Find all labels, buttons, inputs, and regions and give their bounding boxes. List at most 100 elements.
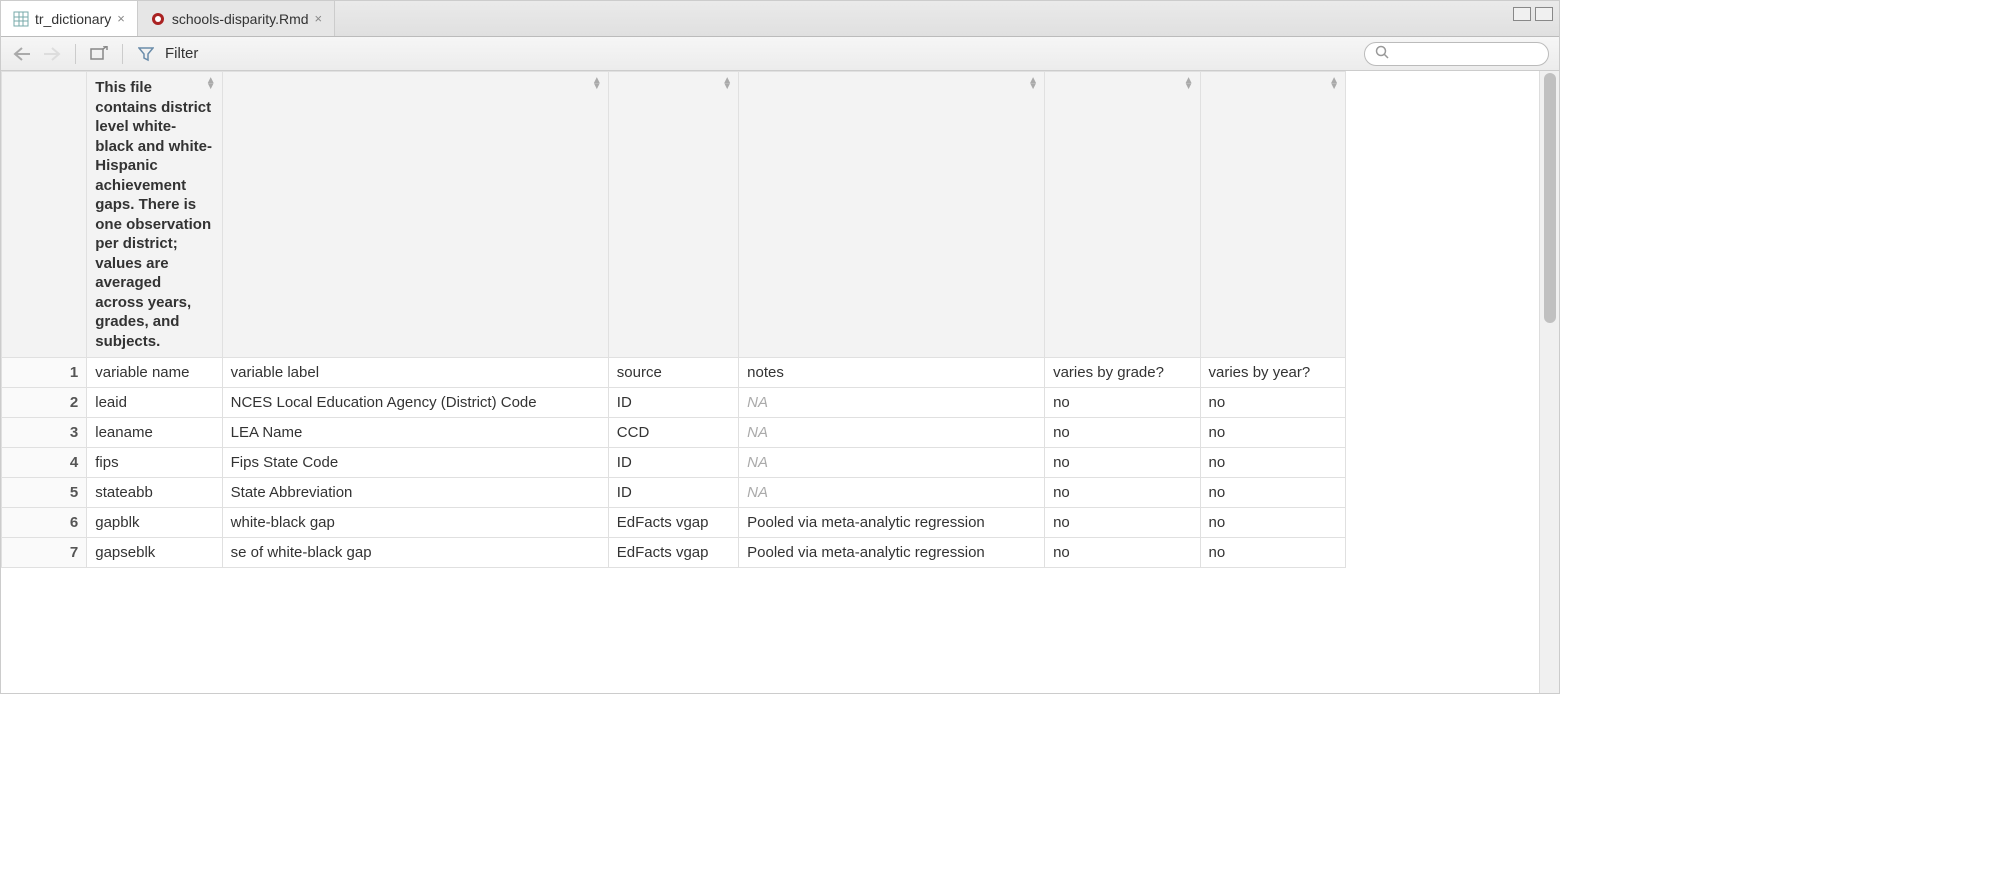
data-cell[interactable]: ID (608, 478, 738, 508)
data-cell[interactable]: Fips State Code (222, 448, 608, 478)
data-cell[interactable]: white-black gap (222, 508, 608, 538)
table-row[interactable]: 3leanameLEA NameCCDNAnono (2, 418, 1346, 448)
row-number-cell: 6 (2, 508, 87, 538)
data-cell[interactable]: NA (739, 388, 1045, 418)
data-cell[interactable]: gapblk (87, 508, 222, 538)
table-row[interactable]: 5stateabbState AbbreviationIDNAnono (2, 478, 1346, 508)
data-cell[interactable]: no (1200, 508, 1345, 538)
table-row[interactable]: 7gapseblkse of white-black gapEdFacts vg… (2, 538, 1346, 568)
data-cell[interactable]: leaid (87, 388, 222, 418)
data-cell[interactable]: varies by grade? (1045, 358, 1200, 388)
data-cell[interactable]: no (1200, 538, 1345, 568)
data-cell[interactable]: Pooled via meta-analytic regression (739, 538, 1045, 568)
data-cell[interactable]: ID (608, 448, 738, 478)
column-header[interactable]: ▲▼ (1200, 72, 1345, 358)
column-header[interactable]: ▲▼ (739, 72, 1045, 358)
search-box[interactable] (1364, 42, 1549, 66)
filter-label[interactable]: Filter (165, 45, 198, 62)
search-icon (1375, 45, 1389, 62)
sort-icon[interactable]: ▲▼ (206, 78, 216, 90)
table-row[interactable]: 1variable namevariable labelsourcenotesv… (2, 358, 1346, 388)
sort-icon[interactable]: ▲▼ (592, 78, 602, 90)
data-cell[interactable]: EdFacts vgap (608, 538, 738, 568)
sort-icon[interactable]: ▲▼ (722, 78, 732, 90)
data-cell[interactable]: no (1045, 418, 1200, 448)
filter-icon[interactable] (135, 43, 157, 65)
rstudio-source-pane: tr_dictionary × schools-disparity.Rmd × (0, 0, 1560, 694)
minimize-pane-button[interactable] (1513, 7, 1531, 21)
table-row[interactable]: 2leaidNCES Local Education Agency (Distr… (2, 388, 1346, 418)
close-icon[interactable]: × (117, 11, 125, 26)
back-button[interactable] (11, 43, 33, 65)
data-cell[interactable]: no (1200, 448, 1345, 478)
data-cell[interactable]: no (1200, 418, 1345, 448)
data-cell[interactable]: no (1045, 388, 1200, 418)
table-header-row: This file contains district level white-… (2, 72, 1346, 358)
data-cell[interactable]: no (1045, 478, 1200, 508)
data-cell[interactable]: State Abbreviation (222, 478, 608, 508)
column-description: This file contains district level white-… (95, 78, 213, 351)
scrollbar-thumb[interactable] (1544, 73, 1556, 323)
tab-bar: tr_dictionary × schools-disparity.Rmd × (1, 1, 1559, 37)
data-cell[interactable]: no (1045, 508, 1200, 538)
row-number-cell: 4 (2, 448, 87, 478)
rmd-file-icon (150, 11, 166, 27)
table-row[interactable]: 6gapblkwhite-black gapEdFacts vgapPooled… (2, 508, 1346, 538)
sort-icon[interactable]: ▲▼ (1329, 78, 1339, 90)
row-number-cell: 3 (2, 418, 87, 448)
popout-button[interactable] (88, 43, 110, 65)
column-header[interactable]: ▲▼ (608, 72, 738, 358)
data-cell[interactable]: LEA Name (222, 418, 608, 448)
data-viewer-toolbar: Filter (1, 37, 1559, 71)
data-cell[interactable]: no (1200, 478, 1345, 508)
data-cell[interactable]: source (608, 358, 738, 388)
data-cell[interactable]: no (1200, 388, 1345, 418)
data-cell[interactable]: NA (739, 418, 1045, 448)
data-cell[interactable]: stateabb (87, 478, 222, 508)
data-cell[interactable]: leaname (87, 418, 222, 448)
data-cell[interactable]: se of white-black gap (222, 538, 608, 568)
table-row[interactable]: 4fipsFips State CodeIDNAnono (2, 448, 1346, 478)
tab-schools-disparity[interactable]: schools-disparity.Rmd × (138, 1, 335, 36)
data-cell[interactable]: NA (739, 478, 1045, 508)
data-cell[interactable]: no (1045, 538, 1200, 568)
row-number-cell: 5 (2, 478, 87, 508)
data-cell[interactable]: no (1045, 448, 1200, 478)
data-cell[interactable]: NCES Local Education Agency (District) C… (222, 388, 608, 418)
data-cell[interactable]: fips (87, 448, 222, 478)
tab-label: schools-disparity.Rmd (172, 11, 309, 27)
toolbar-separator (122, 44, 123, 64)
row-number-cell: 2 (2, 388, 87, 418)
data-frame-icon (13, 11, 29, 27)
column-header[interactable]: ▲▼ (222, 72, 608, 358)
data-grid: This file contains district level white-… (1, 71, 1346, 693)
vertical-scrollbar[interactable] (1539, 71, 1559, 693)
column-header[interactable]: ▲▼ (1045, 72, 1200, 358)
data-cell[interactable]: varies by year? (1200, 358, 1345, 388)
tab-label: tr_dictionary (35, 11, 111, 27)
toolbar-separator (75, 44, 76, 64)
data-cell[interactable]: gapseblk (87, 538, 222, 568)
data-table: This file contains district level white-… (1, 71, 1346, 568)
data-cell[interactable]: EdFacts vgap (608, 508, 738, 538)
data-cell[interactable]: CCD (608, 418, 738, 448)
tab-tr-dictionary[interactable]: tr_dictionary × (1, 1, 138, 36)
sort-icon[interactable]: ▲▼ (1028, 78, 1038, 90)
column-header[interactable]: This file contains district level white-… (87, 72, 222, 358)
data-cell[interactable]: notes (739, 358, 1045, 388)
search-input[interactable] (1395, 46, 1571, 61)
data-viewer: This file contains district level white-… (1, 71, 1559, 693)
close-icon[interactable]: × (315, 11, 323, 26)
row-number-cell: 7 (2, 538, 87, 568)
data-cell[interactable]: ID (608, 388, 738, 418)
maximize-pane-button[interactable] (1535, 7, 1553, 21)
forward-button[interactable] (41, 43, 63, 65)
row-number-header (2, 72, 87, 358)
data-cell[interactable]: variable name (87, 358, 222, 388)
data-cell[interactable]: Pooled via meta-analytic regression (739, 508, 1045, 538)
data-cell[interactable]: NA (739, 448, 1045, 478)
row-number-cell: 1 (2, 358, 87, 388)
data-cell[interactable]: variable label (222, 358, 608, 388)
pane-controls (1513, 7, 1553, 21)
sort-icon[interactable]: ▲▼ (1184, 78, 1194, 90)
